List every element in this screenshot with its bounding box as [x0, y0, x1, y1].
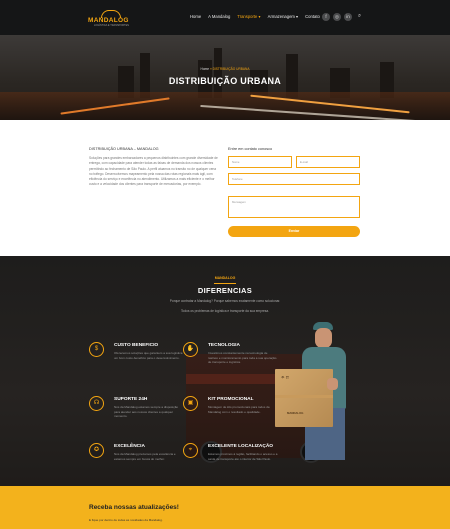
logo-text: MANDALOG — [88, 17, 129, 24]
box-icon: ▣ — [183, 396, 198, 411]
search-icon[interactable]: ⌕ — [358, 13, 364, 21]
cardboard-box: ☂ ⇈ MANDALOG — [275, 369, 333, 427]
fragile-symbols: ☂ ⇈ — [281, 375, 290, 380]
feature-desc: Nós da Mandalog estamos sempre a disposi… — [114, 405, 179, 419]
feature-title: TECNOLOGIA — [208, 343, 240, 348]
message-field[interactable]: Mensagem — [228, 196, 360, 218]
email-field[interactable]: E-mail — [296, 156, 360, 168]
feature-desc: Estamos próximos à região, facilitando o… — [208, 452, 278, 461]
logo[interactable]: MANDALOG LOGÍSTICA E TRANSPORTES — [88, 10, 133, 27]
facebook-icon[interactable]: f — [322, 13, 330, 21]
feature-title: EXCELÊNCIA — [114, 444, 145, 449]
differentials-section: MANDALOG DIFERENCIAS Porque contratar a … — [0, 256, 450, 486]
headset-icon: ☊ — [89, 396, 104, 411]
feature-title: SUPORTE 24H — [114, 397, 148, 402]
social-links: f ◎ in — [322, 13, 352, 21]
newsletter-section: Receba nossas atualizações! E fique por … — [0, 486, 450, 529]
section-subtitle-2: Todos os problemas de logística e transp… — [180, 309, 270, 313]
breadcrumb: Home » DISTRIBUIÇÃO URBANA — [0, 67, 450, 71]
breadcrumb-home[interactable]: Home — [201, 67, 210, 71]
feature-desc: Oferecemos soluções que garantem a sua l… — [114, 351, 183, 360]
feature-title: EXCELENTE LOCALIZAÇÃO — [208, 444, 274, 449]
intro-heading: DISTRIBUIÇÃO URBANA – MANDALOG — [89, 147, 159, 151]
hand — [327, 378, 338, 390]
box-label: MANDALOG — [287, 411, 304, 415]
main-nav: Home A Mandalog Transporte ▾ Armazenagem… — [190, 14, 320, 19]
nav-home[interactable]: Home — [190, 14, 201, 19]
intro-section: DISTRIBUIÇÃO URBANA – MANDALOG Soluções … — [0, 120, 450, 256]
feature-title: CUSTO BENEFICIO — [114, 343, 159, 348]
nav-transporte[interactable]: Transporte ▾ — [237, 14, 260, 19]
site-header: MANDALOG LOGÍSTICA E TRANSPORTES Home A … — [0, 0, 450, 35]
logo-subtext: LOGÍSTICA E TRANSPORTES — [94, 24, 129, 27]
nav-armazenagem[interactable]: Armazenagem ▾ — [268, 14, 299, 19]
box-tape — [275, 395, 333, 398]
contact-form-heading: Entre em contato conosco — [228, 147, 273, 151]
breadcrumb-current: » DISTRIBUIÇÃO URBANA — [209, 67, 250, 71]
eyebrow-divider — [214, 283, 236, 284]
name-field[interactable]: Nome — [228, 156, 292, 168]
feature-desc: Investimos constantemente na tecnologia … — [208, 351, 277, 365]
send-button[interactable]: Enviar — [228, 226, 360, 237]
handshake-icon: ✋ — [183, 342, 198, 357]
dollar-icon: $ — [89, 342, 104, 357]
location-icon: ⌖ — [183, 443, 198, 458]
nav-contato[interactable]: Contato — [305, 14, 320, 19]
nav-a-mandalog[interactable]: A Mandalog — [208, 14, 230, 19]
newsletter-title: Receba nossas atualizações! — [89, 504, 179, 511]
page-hero: Home » DISTRIBUIÇÃO URBANA DISTRIBUIÇÃO … — [0, 35, 450, 120]
phone-field[interactable]: Telefone — [228, 173, 360, 185]
section-eyebrow: MANDALOG — [214, 276, 236, 280]
feature-title: KIT PROMOCIONAL — [208, 397, 254, 402]
page-title: DISTRIBUIÇÃO URBANA — [168, 76, 282, 86]
instagram-icon[interactable]: ◎ — [333, 13, 341, 21]
section-subtitle: Porque contratar a Mandalog? Porque sabe… — [169, 299, 281, 303]
delivery-man-image: ☂ ⇈ MANDALOG — [275, 320, 360, 460]
feature-desc: Nós da Mandalog prezamos pela excelência… — [114, 452, 176, 461]
skyline-building — [214, 48, 222, 98]
face — [315, 328, 332, 348]
medal-icon: ✪ — [89, 443, 104, 458]
page: MANDALOG LOGÍSTICA E TRANSPORTES Home A … — [0, 0, 450, 529]
feature-desc: Montagem de kits promocionais para todos… — [208, 405, 270, 414]
newsletter-subtitle: E fique por dentro de todas as novidades… — [89, 518, 163, 522]
section-title: DIFERENCIAS — [197, 286, 253, 295]
linkedin-icon[interactable]: in — [344, 13, 352, 21]
intro-paragraph: Soluções para grandes embarcadores a peq… — [89, 156, 218, 187]
